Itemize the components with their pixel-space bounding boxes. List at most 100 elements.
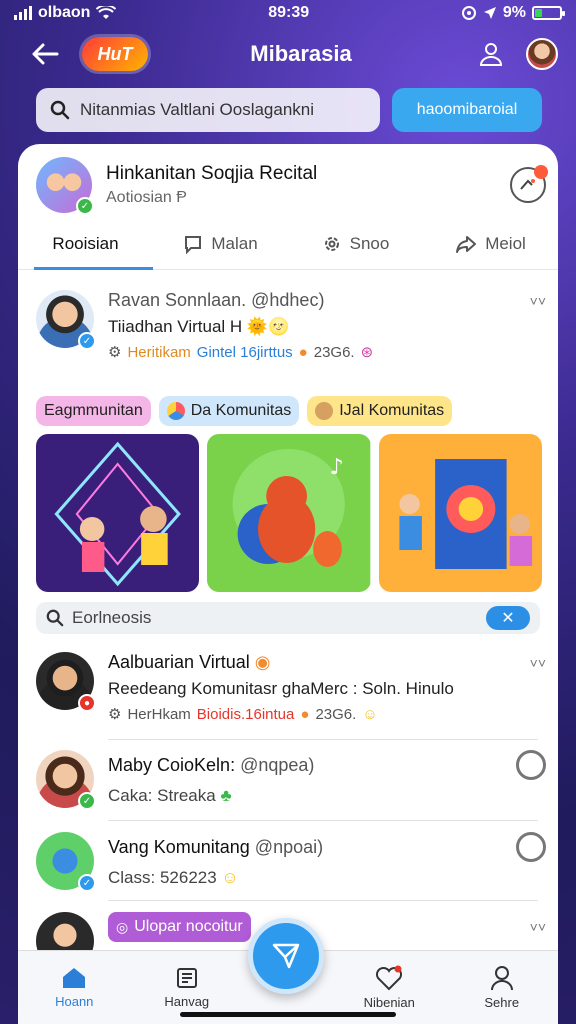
- clock-badge-icon: ◉: [254, 652, 271, 672]
- chat-icon: [520, 179, 535, 190]
- compose-fab-button[interactable]: [248, 918, 324, 994]
- tab-meiol[interactable]: Meiol: [423, 218, 558, 269]
- feed-post[interactable]: ✓ Maby CoioKeln: @nqpea) Caka: Streaka ♣: [36, 750, 546, 810]
- tab-malan[interactable]: Malan: [153, 218, 288, 269]
- share-icon: [456, 235, 477, 253]
- tile-music-fox[interactable]: ♪: [207, 434, 371, 592]
- arrow-left-icon: [32, 43, 59, 65]
- like-icon[interactable]: ⊛: [361, 343, 374, 361]
- svg-text:♪: ♪: [330, 454, 344, 480]
- post-text: Class: 526223 ☺: [108, 868, 239, 887]
- community-chips: Eagmmunitan Da Komunitas IJal Komunitas: [36, 396, 542, 426]
- post-avatar[interactable]: ●: [36, 652, 96, 712]
- page-title: Mibarasia: [250, 41, 352, 66]
- community-tiles: ♪: [36, 434, 542, 592]
- upload-button[interactable]: [474, 37, 508, 71]
- tile-game-kids[interactable]: [378, 434, 542, 592]
- gear-icon: [324, 236, 339, 251]
- person-icon: [490, 966, 513, 991]
- post-author: Maby CoioKeln: @nqpea): [108, 754, 315, 775]
- chevron-down-icon[interactable]: ˅˅: [530, 293, 546, 309]
- signal-icon: [14, 6, 32, 20]
- app-header: HuT Mibarasia: [18, 28, 558, 80]
- post-avatar[interactable]: ✓: [36, 290, 96, 350]
- main-card: ✓ Hinkanitan Soqjia Recital Aotiosian Ᵽ …: [18, 144, 558, 1024]
- heart-button[interactable]: [516, 750, 546, 780]
- heart-button[interactable]: [516, 832, 546, 862]
- live-badge-icon: ●: [78, 694, 96, 712]
- divider: [108, 900, 538, 901]
- verified-badge-icon: ✓: [78, 792, 96, 810]
- post-tag[interactable]: ◎ Ulopar nocoitur: [108, 912, 251, 942]
- filter-search-input[interactable]: Eorlneosis ✕: [36, 602, 540, 634]
- post-meta: ⚙ Heritikam Gintel 16jirttus ● 23G6. ⊛: [108, 343, 374, 362]
- circle-icon: ◎: [116, 918, 129, 935]
- notification-dot: [534, 165, 548, 179]
- community-subtitle: Aotiosian Ᵽ: [106, 189, 187, 206]
- home-icon: [63, 968, 86, 988]
- battery-percent: 9%: [502, 4, 526, 21]
- wifi-icon: [96, 6, 117, 19]
- search-icon: [46, 609, 64, 627]
- verified-badge-icon: ✓: [78, 332, 96, 350]
- person-upload-icon: [479, 43, 503, 66]
- chevron-down-icon[interactable]: ˅˅: [530, 655, 546, 671]
- globe-icon: [166, 402, 185, 420]
- fire-icon: ●: [298, 343, 308, 361]
- divider: [108, 820, 538, 821]
- community-profile[interactable]: ✓ Hinkanitan Soqjia Recital Aotiosian Ᵽ: [36, 154, 548, 216]
- tab-rooisian[interactable]: Rooisian: [18, 218, 153, 270]
- clear-search-button[interactable]: ✕: [486, 606, 530, 630]
- gear-small-icon: ⚙: [108, 706, 122, 723]
- user-avatar[interactable]: [526, 38, 558, 70]
- post-author: Aalbuarian Virtual ◉: [108, 652, 271, 672]
- post-avatar[interactable]: ✓: [36, 832, 96, 892]
- feed-post[interactable]: ● Aalbuarian Virtual ◉ ˅˅ Reedeang Komun…: [36, 652, 546, 723]
- chat-button[interactable]: [510, 165, 548, 203]
- community-name: Hinkanitan Soqjia Recital: [106, 163, 318, 184]
- search-row: Nitanmias Valtlani Ooslagankni haoomibar…: [36, 88, 542, 132]
- feed-post[interactable]: ✓ Vang Komunitang @npoai) Class: 526223 …: [36, 832, 546, 892]
- post-avatar[interactable]: ✓: [36, 750, 96, 810]
- divider: [108, 739, 538, 740]
- dance-illustration: [36, 434, 200, 592]
- post-text: Tiiadhan Virtual H 🌞🌝: [108, 317, 290, 336]
- post-text: Reedeang Komunitasr ghaMerc : Soln. Hinu…: [108, 679, 454, 698]
- feed-post[interactable]: ✓ Ravan Sonnlaan. @hdhec) ˅˅ Tiiadhan Vi…: [36, 290, 546, 361]
- emoji-icon[interactable]: ☺: [362, 706, 377, 723]
- search-icon: [50, 100, 70, 120]
- post-meta: ⚙ HerHkam Bioidis.16intua ● 23G6. ☺: [108, 705, 378, 724]
- heart-notification-icon: [376, 965, 403, 991]
- smile-icon: ☺: [221, 868, 239, 887]
- send-icon: [272, 943, 300, 969]
- chip-da-komunitas[interactable]: Da Komunitas: [158, 396, 300, 426]
- carrier-label: olbaon: [38, 4, 91, 21]
- clock: 89:39: [268, 4, 310, 21]
- sun-emoji-icon: 🌞🌝: [246, 317, 290, 336]
- chip-ijal-komunitas[interactable]: IJal Komunitas: [307, 396, 453, 426]
- battery-icon: [531, 6, 565, 20]
- tile-virtual-dance[interactable]: [36, 434, 200, 592]
- post-author: Ravan Sonnlaan. @hdhec): [108, 290, 325, 310]
- chip-eagmmunitan[interactable]: Eagmmunitan: [36, 396, 151, 426]
- search-submit-button[interactable]: haoomibaroial: [392, 88, 542, 132]
- tab-snoo[interactable]: Snoo: [288, 218, 423, 269]
- message-square-icon: [185, 235, 202, 254]
- document-icon: [176, 968, 197, 988]
- game-illustration: [378, 434, 542, 592]
- verified-badge-icon: ✓: [76, 197, 94, 215]
- search-input[interactable]: Nitanmias Valtlani Ooslagankni: [36, 88, 380, 132]
- tree-icon: ♣: [220, 786, 232, 805]
- gear-small-icon: ⚙: [108, 344, 122, 361]
- tab-bar: Rooisian Malan Snoo Meiol: [18, 218, 558, 270]
- app-logo[interactable]: HuT: [82, 37, 148, 71]
- chevron-down-icon[interactable]: ˅˅: [530, 919, 546, 935]
- fox-illustration: ♪: [207, 434, 371, 592]
- nav-home[interactable]: Hoann: [18, 951, 131, 1024]
- community-avatar: ✓: [36, 157, 94, 215]
- kids-icon: [315, 402, 334, 420]
- pin-icon: Ᵽ: [176, 189, 187, 206]
- back-button[interactable]: [28, 37, 62, 71]
- nav-sehre[interactable]: Sehre: [446, 951, 559, 1024]
- post-text: Caka: Streaka ♣: [108, 786, 232, 805]
